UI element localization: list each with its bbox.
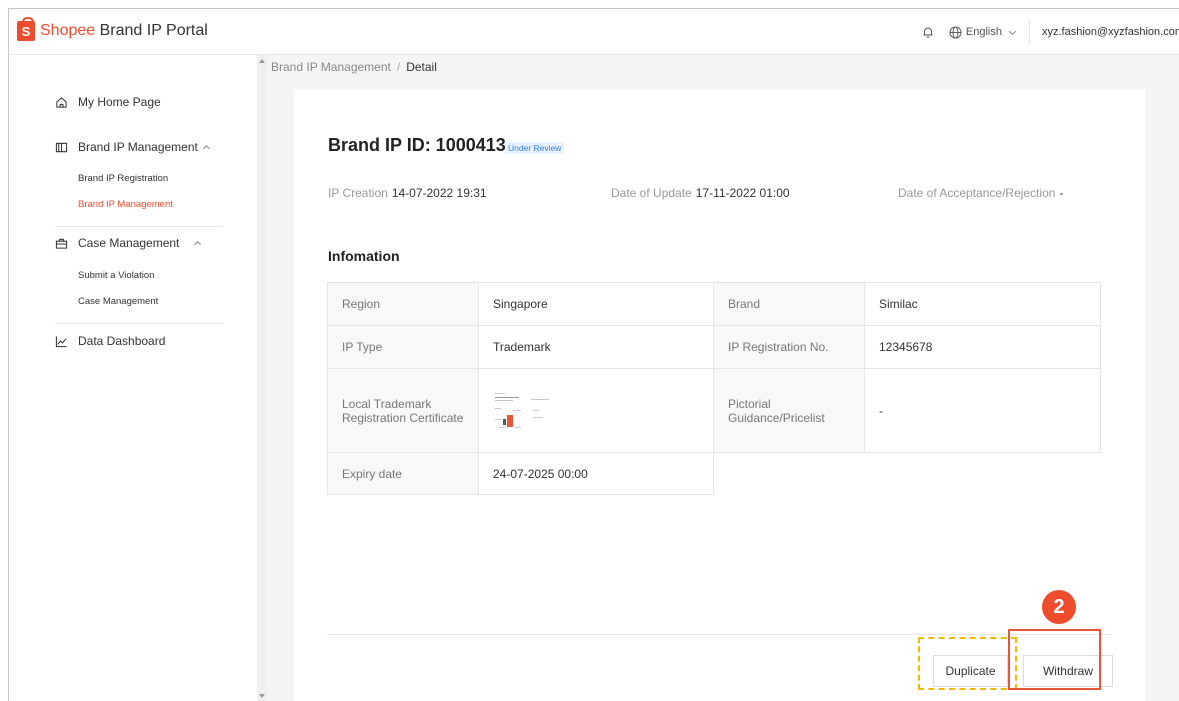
sidebar: My Home Page Brand IP Management Brand I… xyxy=(9,55,257,701)
table-row: Region Singapore Brand Similac xyxy=(327,282,1101,326)
breadcrumb-parent[interactable]: Brand IP Management xyxy=(271,60,391,74)
ip-creation-label: IP Creation xyxy=(328,186,388,200)
table-empty-cell xyxy=(713,452,1101,495)
sidebar-item-home[interactable]: My Home Page xyxy=(55,95,161,109)
top-header: S Shopee Brand IP Portal English xyz.fas… xyxy=(9,9,1179,55)
table-row: Expiry date 24-07-2025 00:00 xyxy=(327,452,1101,495)
portal-logo[interactable]: S Shopee Brand IP Portal xyxy=(17,17,208,41)
sidebar-subitem-brand-ip-registration[interactable]: Brand IP Registration xyxy=(78,173,168,184)
sidebar-item-case-management[interactable]: Case Management xyxy=(55,236,202,250)
date-accept-label: Date of Acceptance/Rejection xyxy=(898,186,1056,200)
footer-divider xyxy=(327,634,1112,635)
scrollbar[interactable] xyxy=(257,55,267,701)
breadcrumb-separator: / xyxy=(396,60,401,74)
table-label-expiry: Expiry date xyxy=(327,452,479,495)
sidebar-item-brand-ip-management[interactable]: Brand IP Management xyxy=(55,140,211,154)
breadcrumb: Brand IP Management / Detail xyxy=(271,60,437,74)
date-of-acceptance: Date of Acceptance/Rejection - xyxy=(898,186,1063,200)
header-divider xyxy=(1028,20,1030,44)
bell-icon[interactable] xyxy=(921,25,935,39)
info-table: Region Singapore Brand Similac IP Type T… xyxy=(327,282,1101,495)
table-label-region: Region xyxy=(327,282,479,326)
chevron-down-icon[interactable] xyxy=(1008,28,1017,37)
ip-creation-value: 14-07-2022 19:31 xyxy=(391,186,487,200)
date-of-update: Date of Update 17-11-2022 01:00 xyxy=(611,186,790,200)
sidebar-divider xyxy=(55,226,223,227)
app-window: S Shopee Brand IP Portal English xyz.fas… xyxy=(8,8,1179,701)
logo-suffix: Brand IP Portal xyxy=(95,22,208,39)
table-label-pictorial: Pictorial Guidance/Pricelist xyxy=(713,368,865,453)
withdraw-highlight-frame xyxy=(1008,629,1101,690)
table-label-ip-reg-no: IP Registration No. xyxy=(713,325,865,369)
globe-icon xyxy=(949,25,962,39)
logo-text: Shopee Brand IP Portal xyxy=(40,22,208,40)
ip-creation: IP Creation 14-07-2022 19:31 xyxy=(328,186,487,200)
duplicate-highlight-frame xyxy=(918,637,1017,690)
table-value-brand: Similac xyxy=(864,282,1101,326)
sidebar-item-label: Case Management xyxy=(78,236,180,250)
table-value-region: Singapore xyxy=(478,282,714,326)
pictorial-label-line1: Pictorial xyxy=(728,396,771,411)
breadcrumb-current: Detail xyxy=(406,60,437,74)
shopee-bag-icon: S xyxy=(17,17,35,41)
certificate-thumbnail[interactable] xyxy=(493,389,553,433)
language-selector[interactable]: English xyxy=(966,26,1002,38)
book-icon xyxy=(55,142,68,152)
sidebar-item-data-dashboard[interactable]: Data Dashboard xyxy=(55,334,165,348)
sidebar-subitem-submit-violation[interactable]: Submit a Violation xyxy=(78,270,154,281)
chevron-up-icon xyxy=(194,240,202,245)
local-cert-label-line2: Registration Certificate xyxy=(342,410,464,425)
table-row: IP Type Trademark IP Registration No. 12… xyxy=(327,325,1101,369)
section-title: Infomation xyxy=(328,248,400,264)
date-accept-value: - xyxy=(1059,186,1064,200)
date-update-label: Date of Update xyxy=(611,186,692,200)
chevron-up-icon xyxy=(202,144,210,149)
table-value-expiry: 24-07-2025 00:00 xyxy=(478,452,714,495)
scroll-down-arrow-icon[interactable] xyxy=(259,694,265,698)
table-label-local-cert: Local Trademark Registration Certificate xyxy=(327,368,479,453)
local-cert-label-line1: Local Trademark xyxy=(342,396,432,411)
date-update-value: 17-11-2022 01:00 xyxy=(695,186,790,200)
table-label-ip-type: IP Type xyxy=(327,325,479,369)
sidebar-subitem-case-management[interactable]: Case Management xyxy=(78,296,158,307)
table-value-pictorial: - xyxy=(864,368,1101,453)
sidebar-subitem-brand-ip-management[interactable]: Brand IP Management xyxy=(78,199,173,210)
sidebar-item-label: Data Dashboard xyxy=(78,334,166,348)
table-row: Local TrademarkRegistration Certificate xyxy=(327,368,1101,453)
table-value-ip-type: Trademark xyxy=(478,325,714,369)
table-label-brand: Brand xyxy=(713,282,865,326)
table-value-ip-reg-no: 12345678 xyxy=(864,325,1101,369)
home-icon xyxy=(56,96,67,108)
sidebar-item-label: Brand IP Management xyxy=(78,140,198,154)
briefcase-icon xyxy=(55,238,68,249)
detail-card: Brand IP ID: 1000413 Under Review IP Cre… xyxy=(294,89,1145,701)
user-email[interactable]: xyz.fashion@xyzfashion.com xyxy=(1042,26,1179,38)
line-chart-icon xyxy=(55,335,67,347)
header-actions: English xyz.fashion@xyzfashion.com xyxy=(921,9,1179,55)
scroll-up-arrow-icon[interactable] xyxy=(259,59,265,63)
sidebar-divider xyxy=(55,323,223,324)
status-badge: Under Review xyxy=(505,142,565,154)
table-value-local-cert xyxy=(478,368,714,453)
page-title: Brand IP ID: 1000413 xyxy=(328,135,506,155)
sidebar-item-label: My Home Page xyxy=(78,95,161,109)
step-number-badge: 2 xyxy=(1042,590,1076,624)
pictorial-label-line2: Guidance/Pricelist xyxy=(728,410,825,425)
logo-brand: Shopee xyxy=(40,22,96,39)
